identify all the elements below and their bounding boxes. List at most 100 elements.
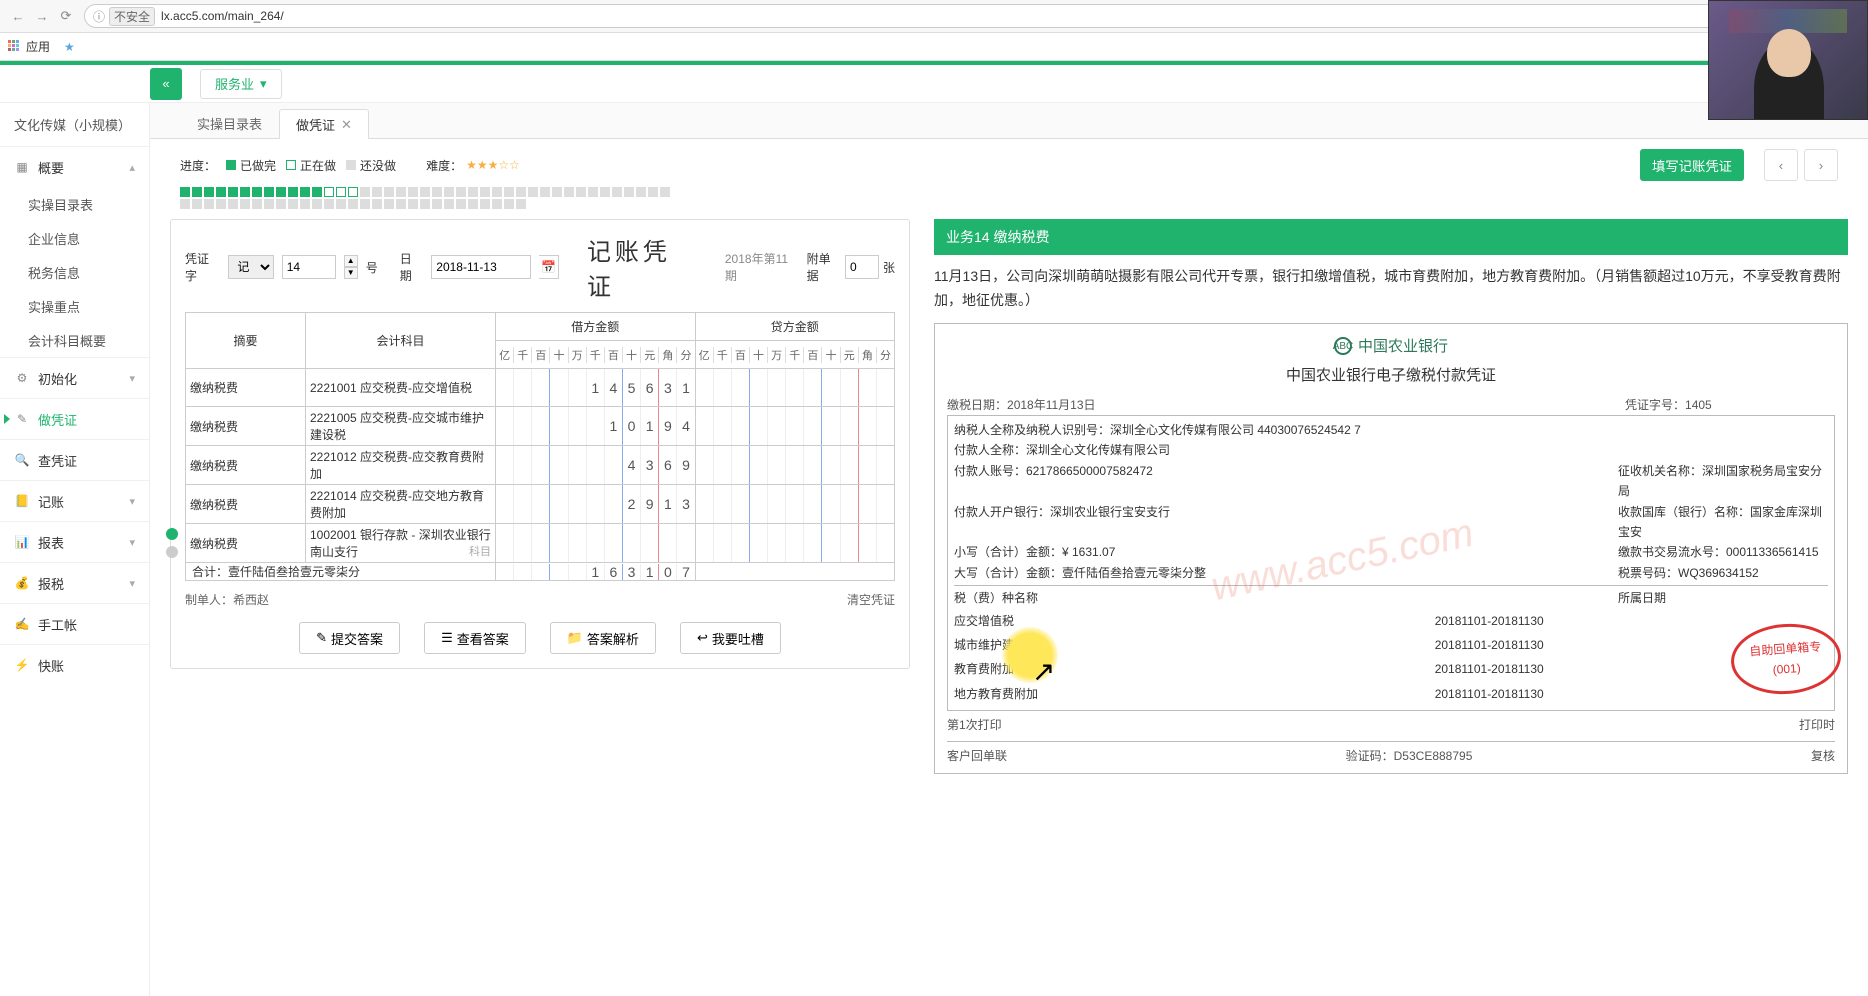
col-summary: 摘要: [186, 313, 306, 369]
voucher-word-select[interactable]: 记: [228, 255, 273, 279]
feedback-button[interactable]: ↩我要吐槽: [680, 622, 781, 654]
voucher-word-label: 凭证字: [185, 250, 220, 284]
reload-button[interactable]: ⟳: [54, 4, 78, 28]
back-button[interactable]: ←: [6, 4, 30, 28]
receipt-title: 中国农业银行电子缴税付款凭证: [947, 363, 1835, 389]
group-icon: 📒: [14, 493, 30, 509]
maker-name: 希西赵: [233, 591, 269, 608]
sidebar-group-快账[interactable]: ⚡快账: [0, 645, 149, 685]
sidebar-item[interactable]: 会计科目概要: [0, 323, 149, 357]
task-title: 业务14 缴纳税费: [934, 219, 1848, 255]
sidebar-group-记账[interactable]: 📒记账▾: [0, 481, 149, 521]
legend-done-label: 已做完: [240, 157, 276, 174]
group-icon: ✍: [14, 616, 30, 632]
calendar-icon[interactable]: 📅: [539, 255, 559, 279]
voucher-row[interactable]: 缴纳税费1002001 银行存款 - 深圳农业银行南山支行科目: [186, 524, 895, 563]
attach-input[interactable]: [845, 255, 879, 279]
sidebar-item[interactable]: 实操目录表: [0, 187, 149, 221]
sidebar-title: 文化传媒（小规模）: [0, 103, 149, 146]
voucher-row[interactable]: 缴纳税费2221012 应交税费-应交教育费附加4369: [186, 446, 895, 485]
attach-suffix: 张: [883, 259, 895, 276]
group-icon: 📊: [14, 534, 30, 550]
voucher-panel: 凭证字 记 ▲ ▼ 号 日期 📅 记账凭证 2018年第11期 附单据: [170, 219, 910, 669]
voucher-row[interactable]: 缴纳税费2221001 应交税费-应交增值税145631: [186, 369, 895, 407]
forward-button[interactable]: →: [30, 4, 54, 28]
task-panel: 业务14 缴纳税费 11月13日，公司向深圳萌萌哒摄影有限公司代开专票，银行扣缴…: [934, 219, 1848, 774]
legend-doing-label: 正在做: [300, 157, 336, 174]
content-area: 实操目录表做凭证✕ 进度： 已做完 正在做 还没做 难度： ★★★☆☆ 填写记账…: [150, 103, 1868, 996]
add-row-icon[interactable]: [166, 528, 178, 540]
receipt-image: ABC 中国农业银行 中国农业银行电子缴税付款凭证 缴税日期：2018年11月1…: [934, 323, 1848, 774]
collapse-sidebar-button[interactable]: «: [150, 68, 182, 100]
apps-label[interactable]: 应用: [26, 38, 50, 55]
attach-label: 附单据: [807, 250, 841, 284]
sidebar-group-手工帐[interactable]: ✍手工帐: [0, 604, 149, 644]
voucher-seq-suffix: 号: [366, 259, 378, 276]
tab-实操目录表[interactable]: 实操目录表: [180, 108, 279, 138]
remove-row-icon[interactable]: [166, 546, 178, 558]
module-label: 服务业: [215, 74, 254, 93]
legend-done-box: [226, 160, 236, 170]
group-icon: ⚙: [14, 370, 30, 386]
total-debit: 163107: [496, 563, 696, 581]
chevron-down-icon: ▾: [129, 372, 135, 385]
legend-not-label: 还没做: [360, 157, 396, 174]
apps-icon[interactable]: [8, 40, 22, 54]
chevron-down-icon: ▾: [129, 536, 135, 549]
voucher-period: 2018年第11期: [725, 250, 799, 284]
col-credit: 贷方金额: [695, 313, 895, 341]
total-credit: [695, 563, 895, 581]
chevron-up-icon: ▴: [129, 161, 135, 174]
difficulty-stars: ★★★☆☆: [466, 158, 520, 172]
date-input[interactable]: [431, 255, 531, 279]
folder-icon: 📁: [567, 630, 583, 646]
address-bar[interactable]: ⓘ 不安全 lx.acc5.com/main_264/: [84, 4, 1856, 28]
next-button[interactable]: ›: [1804, 149, 1838, 181]
prev-button[interactable]: ‹: [1764, 149, 1798, 181]
fill-voucher-button[interactable]: 填写记账凭证: [1640, 149, 1744, 181]
voucher-table: 摘要 会计科目 借方金额 贷方金额 亿千百十万千百十元角分 亿千百十万千百十元角…: [185, 312, 895, 581]
col-subject: 会计科目: [306, 313, 496, 369]
difficulty-label: 难度：: [426, 157, 462, 174]
voucher-row[interactable]: 缴纳税费2221005 应交税费-应交城市维护建设税10194: [186, 407, 895, 446]
sidebar-item[interactable]: 实操重点: [0, 289, 149, 323]
progress-cells: [180, 187, 680, 209]
voucher-number-input[interactable]: [282, 255, 336, 279]
sidebar-group-查凭证[interactable]: 🔍查凭证: [0, 440, 149, 480]
tab-做凭证[interactable]: 做凭证✕: [279, 109, 369, 139]
bank-name: 中国农业银行: [1358, 334, 1448, 360]
url-text: lx.acc5.com/main_264/: [161, 9, 284, 23]
voucher-row[interactable]: 缴纳税费2221014 应交税费-应交地方教育费附加2913: [186, 485, 895, 524]
tab-bar: 实操目录表做凭证✕: [150, 103, 1868, 139]
chevron-down-icon: ▾: [260, 76, 267, 92]
insecure-badge: 不安全: [109, 7, 155, 26]
sidebar-item[interactable]: 企业信息: [0, 221, 149, 255]
webcam-overlay: [1708, 0, 1868, 120]
sidebar-group-初始化[interactable]: ⚙初始化▾: [0, 358, 149, 398]
sidebar-item[interactable]: 税务信息: [0, 255, 149, 289]
dashboard-icon: ▦: [14, 159, 30, 175]
bank-logo-icon: ABC: [1334, 337, 1352, 355]
sidebar-group-报税[interactable]: 💰报税▾: [0, 563, 149, 603]
number-down-button[interactable]: ▼: [344, 267, 358, 279]
clear-voucher-link[interactable]: 清空凭证: [847, 591, 895, 608]
task-description: 11月13日，公司向深圳萌萌哒摄影有限公司代开专票，银行扣缴增值税，城市育费附加…: [934, 255, 1848, 323]
maker-label: 制单人：: [185, 591, 233, 608]
total-label: 合计：壹仟陆佰叁拾壹元零柒分: [186, 563, 496, 581]
browser-toolbar: ← → ⟳ ⓘ 不安全 lx.acc5.com/main_264/: [0, 0, 1868, 33]
date-label: 日期: [400, 250, 424, 284]
bookmark-icon[interactable]: ★: [64, 40, 75, 54]
sidebar-overview[interactable]: ▦ 概要 ▴: [0, 147, 149, 187]
module-dropdown[interactable]: 服务业 ▾: [200, 69, 282, 99]
analysis-button[interactable]: 📁答案解析: [550, 622, 656, 654]
number-up-button[interactable]: ▲: [344, 255, 358, 267]
group-icon: ✎: [14, 411, 30, 427]
view-answer-button[interactable]: ☰查看答案: [424, 622, 526, 654]
close-icon[interactable]: ✕: [341, 117, 352, 133]
submit-button[interactable]: ✎提交答案: [299, 622, 400, 654]
sidebar-group-报表[interactable]: 📊报表▾: [0, 522, 149, 562]
info-icon: ⓘ: [93, 8, 105, 25]
sidebar-group-做凭证[interactable]: ✎做凭证: [0, 399, 149, 439]
sidebar: 文化传媒（小规模） ▦ 概要 ▴ 实操目录表企业信息税务信息实操重点会计科目概要…: [0, 103, 150, 996]
chevron-down-icon: ▾: [129, 495, 135, 508]
